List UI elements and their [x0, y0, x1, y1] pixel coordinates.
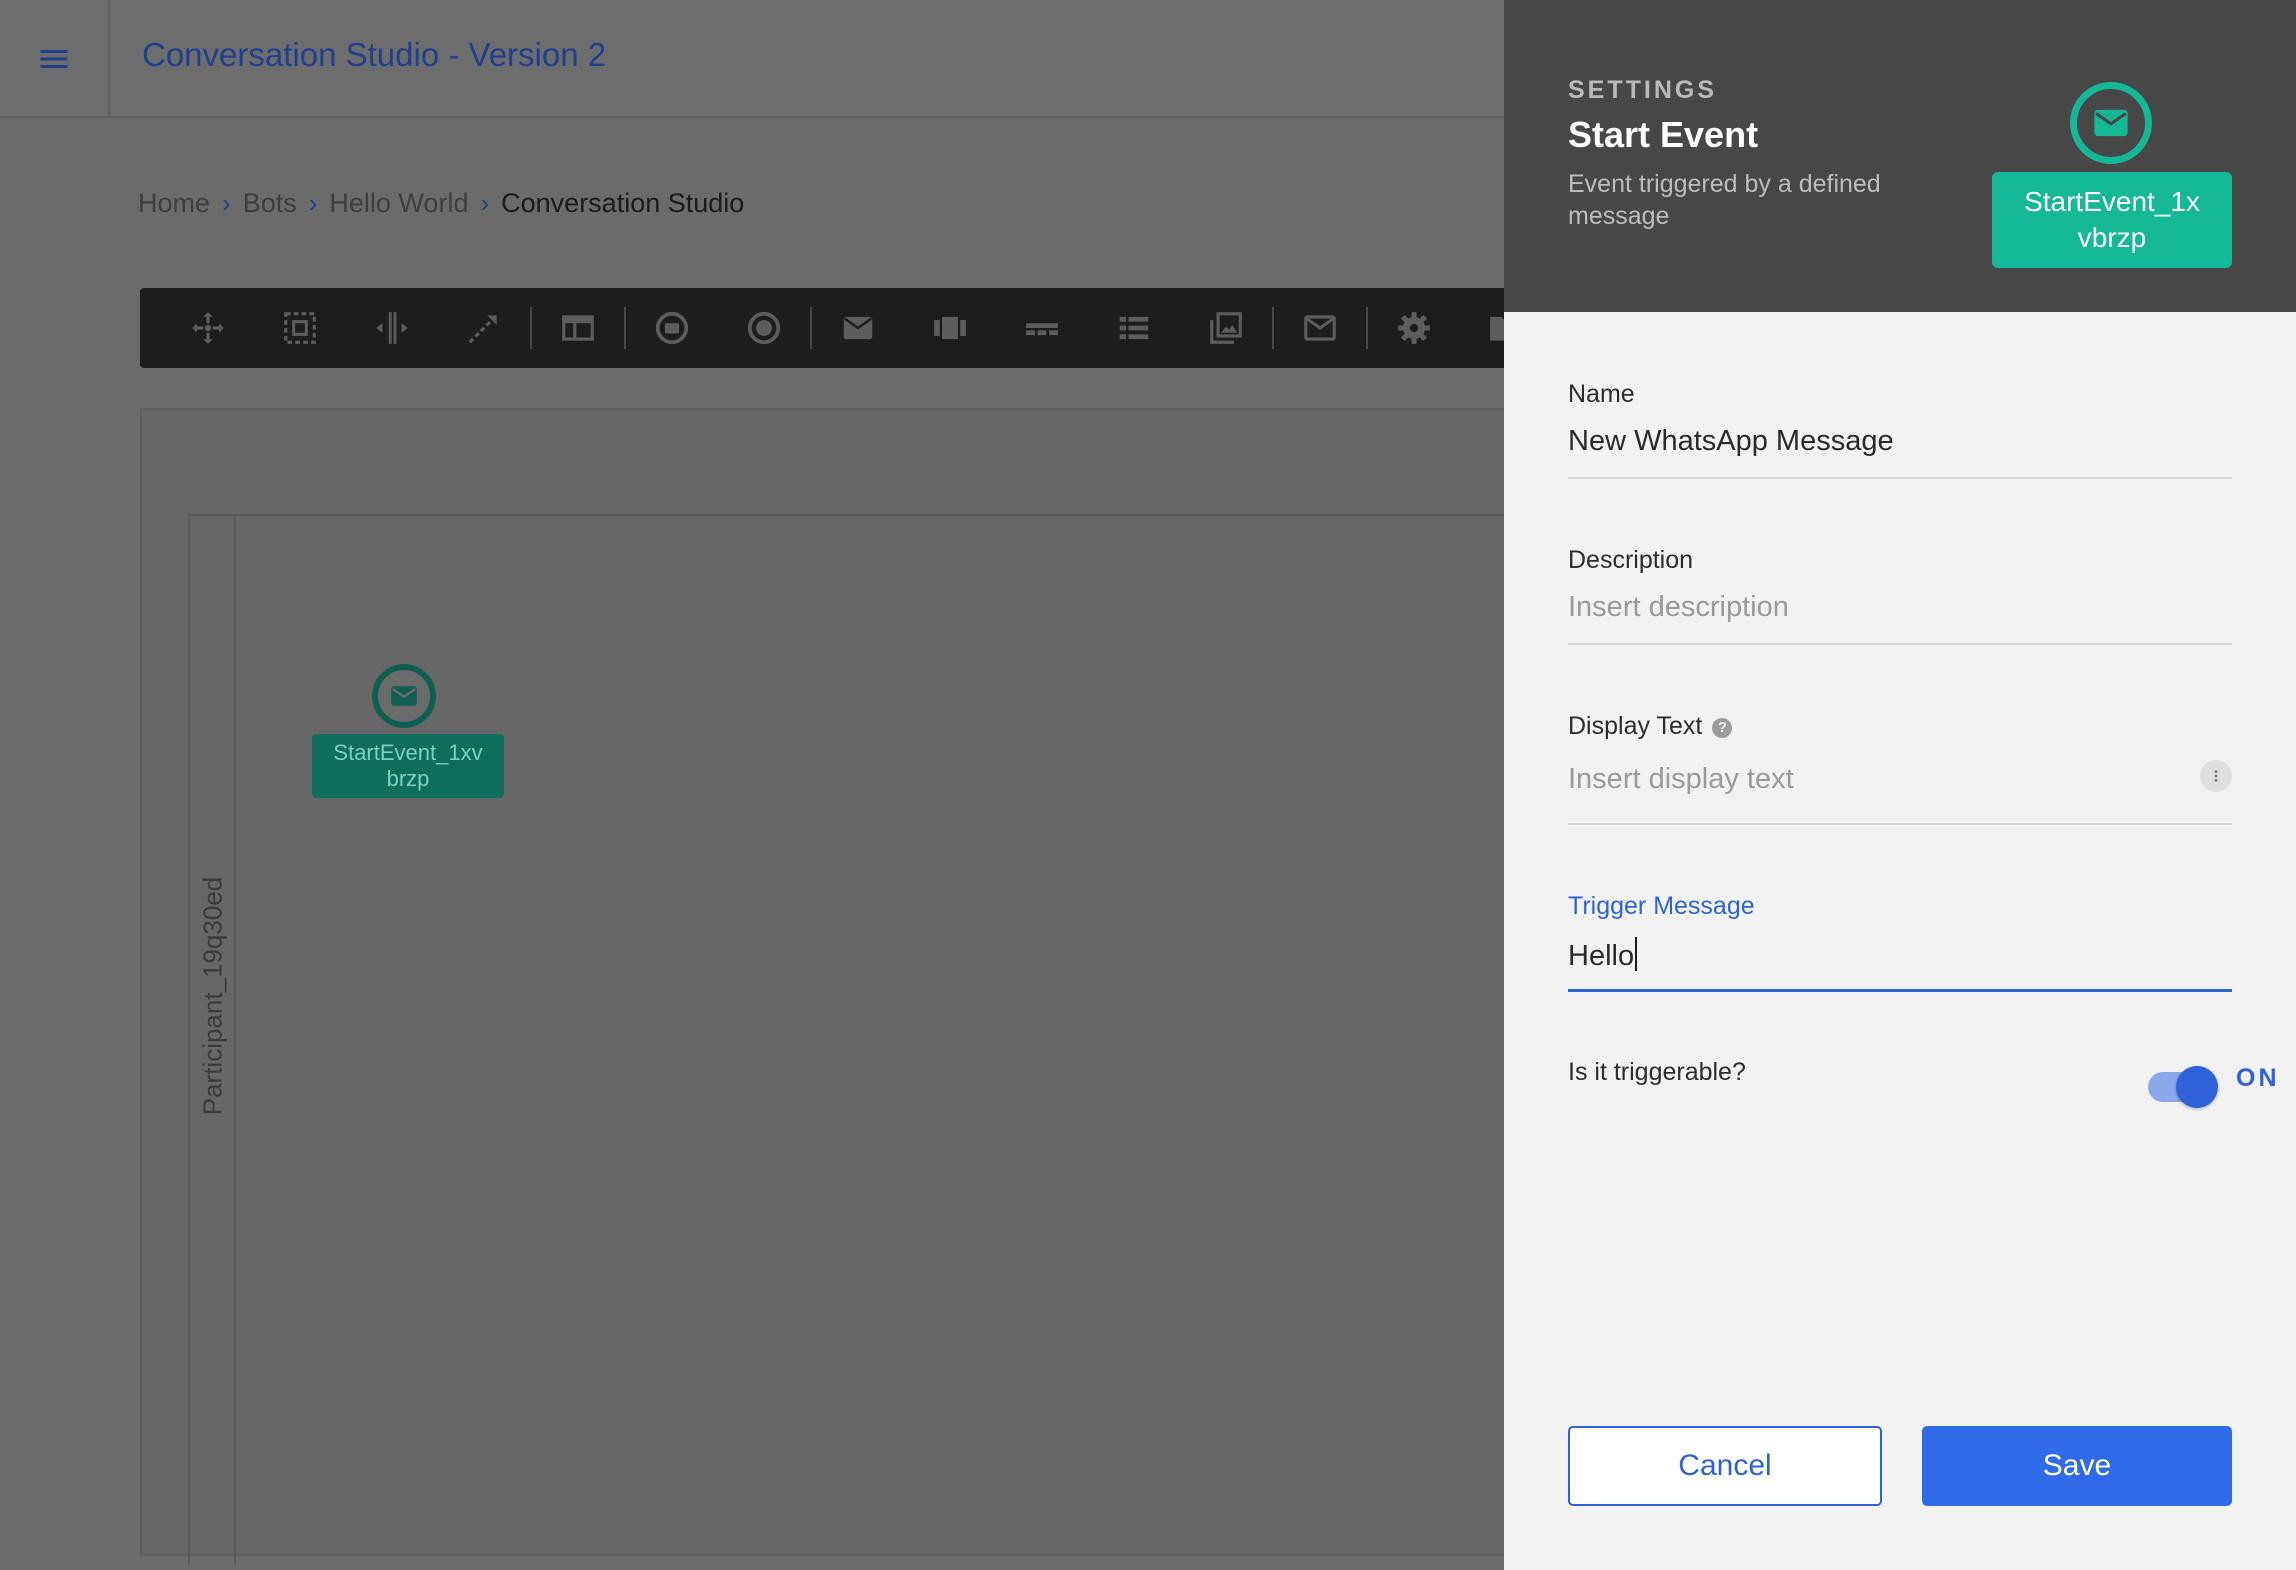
media-icon	[1210, 312, 1242, 344]
connect-tool-button[interactable]	[438, 288, 530, 368]
media-button[interactable]	[1180, 288, 1272, 368]
name-underline	[1568, 477, 2232, 479]
email-icon	[1304, 315, 1336, 341]
start-event-label-line2: brzp	[386, 766, 430, 791]
hand-tool-icon	[192, 312, 224, 344]
modeler-toolbar	[140, 288, 1522, 368]
menu-button[interactable]	[0, 0, 110, 118]
participant-label-column: Participant_19q30ed	[190, 516, 236, 1564]
timer-event-button[interactable]	[718, 288, 810, 368]
start-event-preview-circle	[2070, 82, 2152, 164]
triggerable-label: Is it triggerable?	[1568, 1058, 1746, 1086]
help-icon[interactable]: ?	[1712, 718, 1733, 738]
name-label: Name	[1568, 380, 1635, 408]
description-label: Description	[1568, 546, 1694, 574]
carousel-icon	[934, 316, 966, 340]
drawer-subtitle: Event triggered by a defined message	[1568, 170, 1881, 230]
display-text-field[interactable]: Display Text? Insert display text	[1568, 712, 2232, 825]
breadcrumb-hello-world[interactable]: Hello World	[329, 188, 468, 219]
message-button[interactable]	[812, 288, 904, 368]
participant-pool[interactable]: Participant_19q30ed StartEvent_1xv brzp	[188, 514, 1508, 1564]
breadcrumb-current: Conversation Studio	[501, 188, 745, 218]
participant-button[interactable]	[532, 288, 624, 368]
email-button[interactable]	[1274, 288, 1366, 368]
start-event-label[interactable]: StartEvent_1xv brzp	[312, 734, 504, 798]
envelope-icon	[2094, 109, 2128, 137]
display-text-label: Display Text	[1568, 712, 1703, 740]
participant-label: Participant_19q30ed	[197, 876, 228, 1116]
app-background[interactable]: Conversation Studio - Version 2 Home › B…	[0, 0, 1522, 1570]
screen: Conversation Studio - Version 2 Home › B…	[0, 0, 2296, 1570]
top-bar: Conversation Studio - Version 2	[0, 0, 1504, 118]
toggle-knob	[2176, 1066, 2218, 1108]
list-icon	[1119, 316, 1149, 340]
hamburger-menu-icon	[40, 50, 68, 68]
trigger-message-input[interactable]: Hello	[1568, 937, 2232, 977]
save-button[interactable]: Save	[1922, 1426, 2232, 1506]
settings-icon	[1398, 312, 1430, 344]
display-text-input[interactable]: Insert display text	[1568, 763, 2232, 803]
trigger-message-field[interactable]: Trigger Message Hello	[1568, 892, 2232, 992]
lasso-tool-icon	[284, 312, 316, 344]
space-tool-button[interactable]	[346, 288, 438, 368]
drawer-title: Start Event	[1568, 114, 1759, 155]
toggle-state-text: ON	[2236, 1064, 2280, 1092]
description-field[interactable]: Description Insert description	[1568, 546, 2232, 645]
name-field[interactable]: Name New WhatsApp Message	[1568, 380, 2232, 479]
breadcrumb-home[interactable]: Home	[138, 188, 210, 219]
badge-line2: vbrzp	[2077, 222, 2147, 253]
display-text-underline	[1568, 823, 2232, 825]
chevron-right-icon: ›	[222, 188, 231, 218]
hand-tool-button[interactable]	[162, 288, 254, 368]
name-input[interactable]: New WhatsApp Message	[1568, 425, 2232, 465]
start-event-id-badge: StartEvent_1x vbrzp	[1992, 172, 2232, 268]
trigger-message-value: Hello	[1568, 940, 1635, 972]
envelope-icon	[391, 686, 417, 706]
carousel-button[interactable]	[904, 288, 996, 368]
start-event-icon	[655, 311, 689, 345]
triggerable-toggle[interactable]	[2148, 1066, 2218, 1108]
chevron-right-icon: ›	[308, 188, 318, 218]
quick-replies-button[interactable]	[996, 288, 1088, 368]
badge-line1: StartEvent_1x	[2024, 186, 2200, 217]
chevron-right-icon: ›	[480, 188, 490, 218]
lasso-tool-button[interactable]	[254, 288, 346, 368]
diagram-canvas[interactable]: Participant_19q30ed StartEvent_1xv brzp	[140, 408, 1508, 1564]
participant-icon	[562, 315, 594, 341]
app-title: Conversation Studio - Version 2	[142, 36, 607, 73]
timer-event-icon	[747, 311, 781, 345]
list-button[interactable]	[1088, 288, 1180, 368]
breadcrumb-bots[interactable]: Bots	[243, 188, 297, 219]
connect-tool-icon	[468, 315, 497, 344]
cancel-button[interactable]: Cancel	[1568, 1426, 1882, 1506]
start-event-label-line1: StartEvent_1xv	[333, 740, 483, 765]
text-caret	[1635, 937, 1638, 971]
breadcrumb: Home › Bots › Hello World › Conversation…	[138, 188, 744, 219]
more-options-icon[interactable]	[2200, 760, 2232, 792]
settings-drawer: SETTINGS Start Event Event triggered by …	[1504, 0, 2296, 1570]
trigger-message-underline	[1568, 989, 2232, 992]
vertical-dots-icon	[2214, 770, 2218, 782]
drawer-overline: SETTINGS	[1568, 76, 1718, 104]
display-text-label-row: Display Text?	[1568, 712, 2232, 741]
start-event-node[interactable]	[372, 664, 436, 728]
description-underline	[1568, 643, 2232, 645]
description-input[interactable]: Insert description	[1568, 591, 2232, 631]
space-tool-icon	[376, 312, 408, 344]
trigger-message-label: Trigger Message	[1568, 892, 1755, 920]
triggerable-row: Is it triggerable? ON	[1568, 1054, 2277, 1114]
settings-button[interactable]	[1368, 288, 1460, 368]
drawer-header: SETTINGS Start Event Event triggered by …	[1504, 0, 2296, 312]
quick-replies-icon	[1026, 323, 1058, 336]
message-icon	[843, 316, 873, 340]
start-event-button[interactable]	[626, 288, 718, 368]
